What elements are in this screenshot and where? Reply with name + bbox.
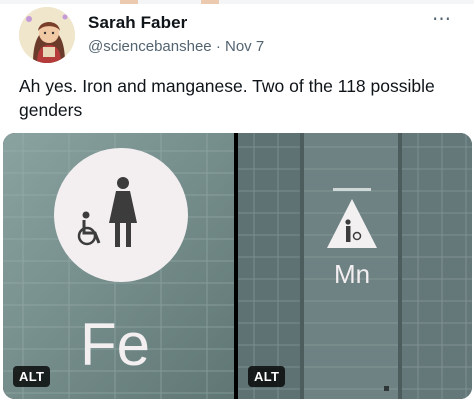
previous-tweet-strip [0, 0, 474, 4]
tweet-text: Ah yes. Iron and manganese. Two of the 1… [19, 76, 435, 120]
fe-sign-text: Fe [80, 311, 150, 378]
more-dots-icon[interactable]: ⋯ [432, 8, 452, 31]
avatar-illustration [19, 7, 75, 63]
fe-restroom-photo: Fe [3, 133, 234, 399]
tweet-date[interactable]: Nov 7 [225, 38, 264, 55]
mn-restroom-photo: Mn [238, 133, 472, 399]
alt-button[interactable]: ALT [248, 366, 286, 387]
photo-fe-restroom[interactable]: Fe ALT [3, 133, 234, 399]
photo-mn-restroom[interactable]: Mn ALT [238, 133, 472, 399]
author-handle[interactable]: @sciencebanshee [88, 38, 212, 55]
mn-sign-text: Mn [334, 259, 370, 289]
media-grid: Fe ALT Mn ALT [3, 133, 472, 399]
alt-button[interactable]: ALT [13, 366, 51, 387]
meta-separator: · [215, 38, 221, 55]
avatar[interactable] [19, 7, 75, 63]
author-name[interactable]: Sarah Faber [88, 13, 187, 33]
author-meta: @sciencebanshee · Nov 7 [88, 38, 264, 55]
